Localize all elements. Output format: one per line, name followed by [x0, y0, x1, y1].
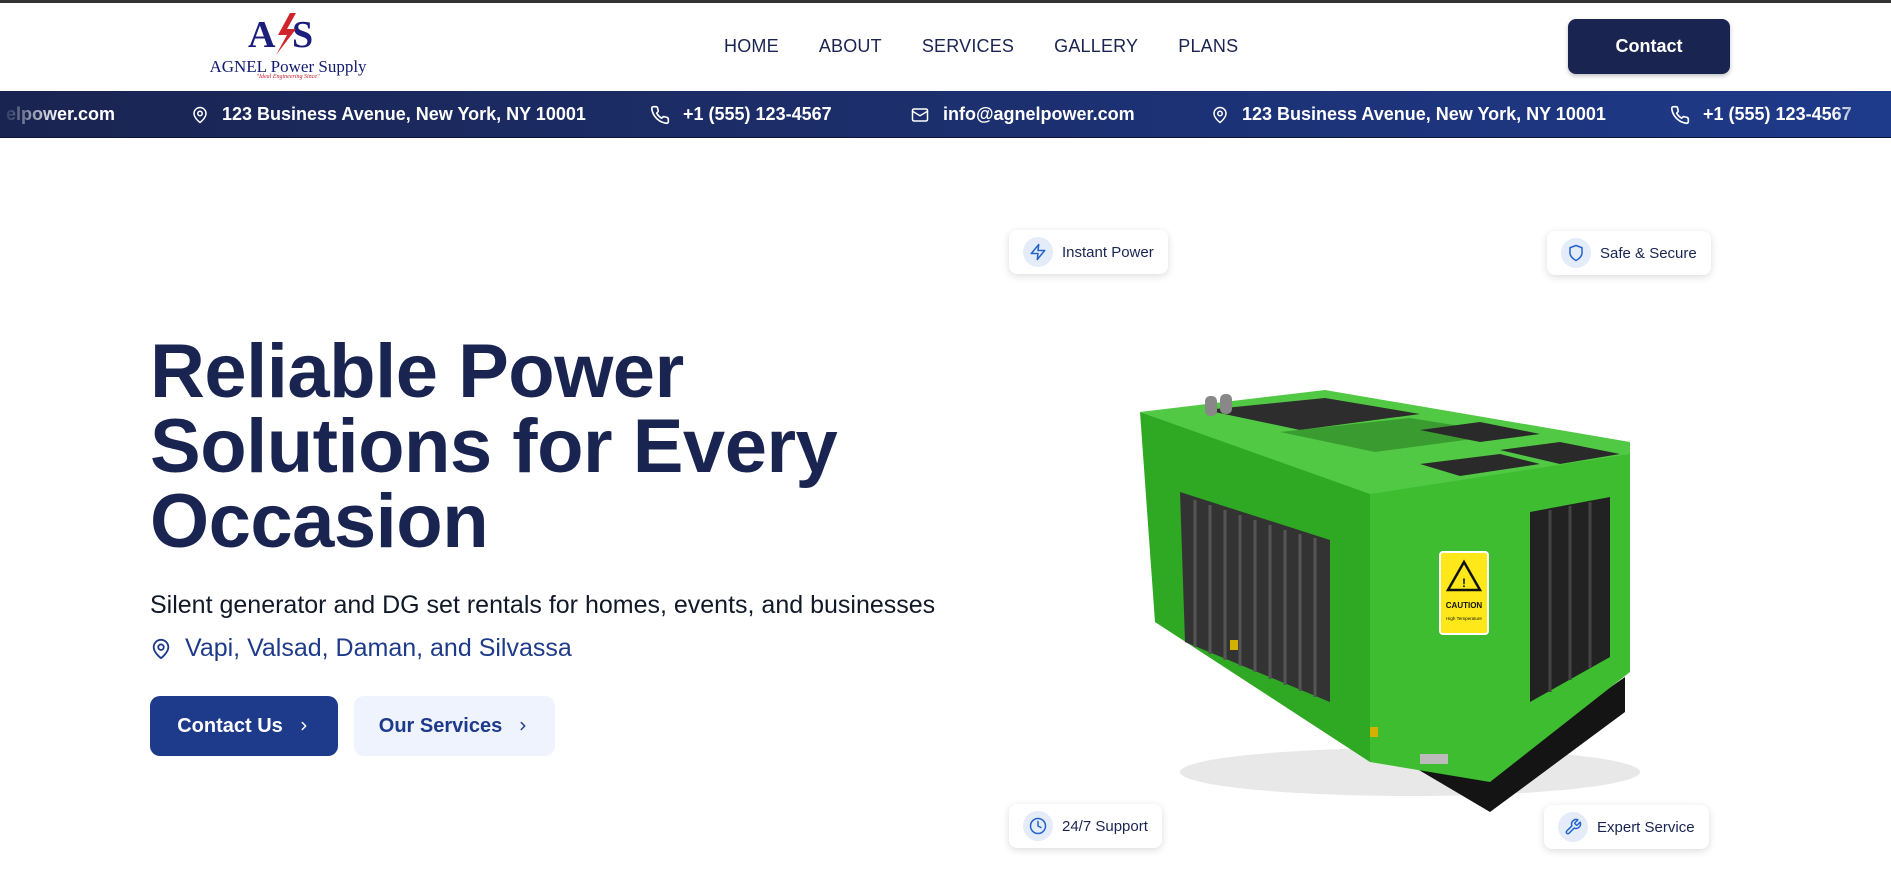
ticker-phone-repeat-text: +1 (555) 123-4567 — [1703, 104, 1852, 124]
badge-safe-secure: Safe & Secure — [1547, 231, 1711, 275]
hero-subtitle: Silent generator and DG set rentals for … — [150, 591, 936, 619]
site-header: A S AGNEL Power Supply "Ideal Engineerin… — [0, 3, 1891, 91]
contact-info-ticker: elpower.com 123 Business Avenue, New Yor… — [0, 91, 1891, 138]
nav-gallery[interactable]: GALLERY — [1054, 36, 1138, 57]
badge-instant-power: Instant Power — [1009, 230, 1168, 274]
ticker-phone-repeat[interactable]: +1 (555) 123-4567 — [1670, 91, 1852, 137]
nav-home[interactable]: HOME — [724, 36, 779, 57]
nav-services[interactable]: SERVICES — [922, 36, 1014, 57]
map-pin-icon — [1213, 106, 1227, 123]
brand-logo[interactable]: A S AGNEL Power Supply "Ideal Engineerin… — [208, 11, 368, 80]
caution-sign-title: CAUTION — [1446, 601, 1483, 610]
clock-icon — [1023, 811, 1053, 841]
ticker-fade-left — [0, 91, 60, 137]
generator-image: ! CAUTION High Temperature — [1140, 390, 1640, 812]
ticker-fade-right — [1831, 91, 1891, 137]
phone-icon — [1670, 105, 1690, 124]
ticker-phone[interactable]: +1 (555) 123-4567 — [650, 91, 832, 137]
mail-icon — [911, 107, 929, 122]
svg-text:S: S — [292, 14, 313, 56]
map-pin-icon — [193, 106, 207, 123]
main-nav: HOME ABOUT SERVICES GALLERY PLANS — [724, 36, 1238, 57]
lightning-icon — [1023, 237, 1053, 267]
hero-title-line-1: Reliable Power — [150, 329, 684, 414]
ticker-address[interactable]: 123 Business Avenue, New York, NY 10001 — [191, 91, 586, 137]
ticker-address-text: 123 Business Avenue, New York, NY 10001 — [222, 104, 586, 124]
badge-safe-secure-label: Safe & Secure — [1600, 244, 1697, 262]
ticker-email-full-text: info@agnelpower.com — [943, 104, 1135, 124]
hero-title-line-2: Solutions for Every — [150, 404, 838, 489]
our-services-label: Our Services — [378, 714, 503, 737]
contact-us-label: Contact Us — [177, 714, 283, 737]
contact-button[interactable]: Contact — [1568, 19, 1730, 74]
phone-icon — [650, 105, 670, 124]
chevron-right-icon — [520, 721, 526, 731]
svg-text:!: ! — [1462, 576, 1466, 590]
hero-title: Reliable Power Solutions for Every Occas… — [150, 334, 910, 560]
nav-plans[interactable]: PLANS — [1178, 36, 1238, 57]
svg-text:A: A — [248, 14, 276, 56]
ticker-phone-text: +1 (555) 123-4567 — [683, 104, 832, 124]
logo-mark-icon: A S — [248, 13, 313, 56]
contact-us-button[interactable]: Contact Us — [150, 696, 338, 756]
hero-title-line-3: Occasion — [150, 479, 489, 564]
badge-instant-power-label: Instant Power — [1062, 243, 1154, 261]
nav-about[interactable]: ABOUT — [819, 36, 882, 57]
service-locations: Vapi, Valsad, Daman, and Silvassa — [150, 634, 572, 663]
caution-sign-text: High Temperature — [1446, 616, 1482, 621]
map-pin-icon — [152, 638, 170, 659]
brand-tagline: "Ideal Engineering Since" — [256, 74, 320, 80]
service-locations-text: Vapi, Valsad, Daman, and Silvassa — [185, 634, 572, 662]
chevron-right-icon — [301, 721, 307, 731]
our-services-button[interactable]: Our Services — [354, 696, 555, 756]
ticker-address-repeat-text: 123 Business Avenue, New York, NY 10001 — [1242, 104, 1606, 124]
ticker-email[interactable]: info@agnelpower.com — [910, 91, 1135, 137]
shield-icon — [1561, 238, 1591, 268]
ticker-address-repeat[interactable]: 123 Business Avenue, New York, NY 10001 — [1211, 91, 1606, 137]
